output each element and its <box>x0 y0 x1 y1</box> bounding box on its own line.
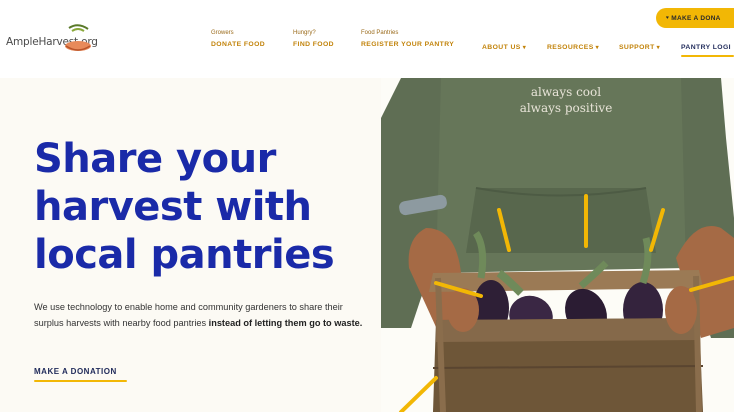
nav-register-label: REGISTER YOUR PANTRY <box>361 41 455 48</box>
hero-photo: always cool always positive <box>381 78 734 412</box>
hero-section: Share your harvest with local pantries W… <box>0 78 734 412</box>
chevron-down-icon: ▾ <box>656 45 661 51</box>
nav-register-pantry[interactable]: Food Pantries REGISTER YOUR PANTRY <box>361 30 454 48</box>
menu-about-us[interactable]: ABOUT US ▾ <box>482 44 526 51</box>
chevron-down-icon: ▾ <box>595 45 600 51</box>
make-donation-header-button[interactable]: ♥ MAKE A DONA <box>656 8 734 28</box>
nav-donate-food[interactable]: Growers DONATE FOOD <box>211 30 265 48</box>
gardener-photo-illustration <box>381 78 734 412</box>
nav-donate-label: DONATE FOOD <box>211 41 266 48</box>
hero-title-line-2: harvest with <box>34 184 312 230</box>
nav-donate-sub: Growers <box>211 30 234 36</box>
hero-title-line-1: Share your <box>34 136 276 182</box>
menu-resources[interactable]: RESOURCES ▾ <box>547 44 599 51</box>
nav-find-sub: Hungry? <box>293 30 316 36</box>
nav-register-sub: Food Pantries <box>361 30 399 36</box>
hero-body-bold: instead of letting them go to waste. <box>208 318 363 328</box>
sweater-line-2: always positive <box>519 101 613 115</box>
menu-about-label: ABOUT US <box>482 44 521 51</box>
nav-find-food[interactable]: Hungry? FIND FOOD <box>293 30 334 48</box>
harvest-logo-icon <box>65 24 91 51</box>
nav-find-label: FIND FOOD <box>293 41 334 48</box>
heart-icon: ♥ <box>666 15 670 21</box>
make-donation-underline <box>34 380 127 382</box>
header-cta-label: MAKE A DONA <box>671 14 721 22</box>
hero-title: Share your harvest with local pantries <box>34 135 379 279</box>
pantry-login-underline <box>681 55 734 57</box>
make-donation-link[interactable]: MAKE A DONATION <box>34 367 117 376</box>
hero-title-line-3: local pantries <box>34 232 335 278</box>
hero-description: We use technology to enable home and com… <box>34 299 364 331</box>
sweater-line-1: always cool <box>530 85 602 99</box>
menu-resources-label: RESOURCES <box>547 44 594 51</box>
pantry-login-link[interactable]: PANTRY LOGI <box>681 44 731 51</box>
sweater-print: always cool always positive <box>506 84 626 116</box>
menu-support-label: SUPPORT <box>619 44 655 51</box>
site-logo[interactable]: AmpleHarvest.org <box>6 24 98 58</box>
chevron-down-icon: ▾ <box>522 45 527 51</box>
menu-support[interactable]: SUPPORT ▾ <box>619 44 660 51</box>
site-header: AmpleHarvest.org Growers DONATE FOOD Hun… <box>0 0 734 78</box>
